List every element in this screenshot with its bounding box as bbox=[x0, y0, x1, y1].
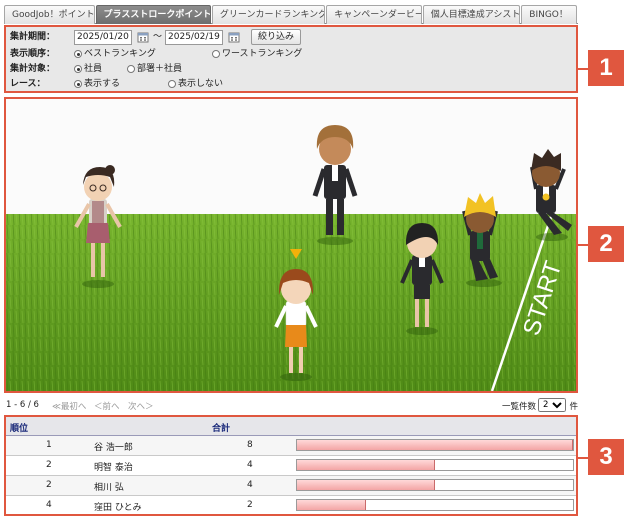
target-employee-label: 社員 bbox=[84, 64, 103, 74]
calendar-from-icon[interactable] bbox=[136, 30, 150, 45]
table-row[interactable]: 2 相川 弘 4 bbox=[6, 476, 576, 496]
rank-cell: 1 bbox=[46, 440, 52, 450]
callout-connector bbox=[578, 244, 588, 246]
race-hide-label: 表示しない bbox=[178, 79, 224, 89]
page-size-select[interactable]: 20 bbox=[538, 398, 566, 412]
target-dept-label: 部署＋社員 bbox=[137, 64, 183, 74]
rank-cell: 2 bbox=[46, 460, 52, 470]
name-cell: 谷 浩一郎 bbox=[94, 443, 133, 453]
name-cell: 相川 弘 bbox=[94, 483, 124, 493]
radio-dot bbox=[74, 50, 82, 58]
tab-goodjob-point[interactable]: GoodJob！ポイント bbox=[4, 5, 95, 24]
pager-first-link[interactable]: ≪最初へ bbox=[52, 400, 86, 412]
table-row[interactable]: 2 明智 泰治 4 bbox=[6, 456, 576, 476]
points-bar bbox=[296, 439, 574, 451]
order-label: 表示順序： bbox=[10, 49, 56, 59]
callout-badge-2: 2 bbox=[588, 226, 624, 262]
points-bar bbox=[296, 479, 574, 491]
pager-next-link[interactable]: 次へ＞ bbox=[128, 400, 154, 412]
callout-connector bbox=[578, 68, 588, 70]
target-employee-radio[interactable]: 社員 bbox=[74, 62, 127, 76]
tab-plus-stroke-point[interactable]: プラスストロークポイント bbox=[95, 5, 211, 24]
points-cell: 4 bbox=[247, 460, 253, 470]
race-stage: START bbox=[4, 97, 578, 393]
date-to-input[interactable] bbox=[165, 29, 224, 45]
tab-green-card-ranking[interactable]: グリーンカードランキング bbox=[211, 5, 326, 24]
race-show-radio[interactable]: 表示する bbox=[74, 77, 168, 91]
callout-connector bbox=[578, 457, 588, 459]
target-dept-radio[interactable]: 部署＋社員 bbox=[127, 62, 182, 76]
name-cell: 明智 泰治 bbox=[94, 463, 133, 473]
table-row[interactable]: 1 谷 浩一郎 8 bbox=[6, 436, 576, 456]
race-label: レース： bbox=[10, 79, 46, 89]
radio-dot bbox=[212, 50, 220, 58]
result-count: 1 - 6 / 6 bbox=[6, 400, 39, 410]
date-separator: ～ bbox=[153, 32, 163, 42]
tab-personal-goal-assist[interactable]: 個人目標達成アシスト bbox=[422, 5, 521, 24]
page-size-label: 一覧件数 bbox=[501, 402, 536, 412]
points-bar-fill bbox=[297, 440, 573, 450]
points-bar bbox=[296, 499, 574, 511]
radio-dot bbox=[74, 65, 82, 73]
table-header: 順位 合計 bbox=[6, 417, 576, 436]
calendar-to-icon[interactable] bbox=[227, 30, 241, 45]
points-cell: 8 bbox=[247, 440, 253, 450]
rank-cell: 4 bbox=[46, 500, 52, 510]
list-pager: 1 - 6 / 6 ≪最初へ ＜前へ 次へ＞ 一覧件数 20 件 bbox=[4, 398, 578, 414]
rank-cell: 2 bbox=[46, 480, 52, 490]
order-worst-radio[interactable]: ワーストランキング bbox=[212, 47, 302, 61]
pager-prev-link[interactable]: ＜前へ bbox=[94, 400, 120, 412]
points-cell: 2 bbox=[247, 500, 253, 510]
period-row: 集計期間： ～ 絞り込み bbox=[10, 29, 302, 45]
target-row: 集計対象： 社員 部署＋社員 bbox=[10, 62, 182, 76]
points-cell: 4 bbox=[247, 480, 253, 490]
page-size-unit: 件 bbox=[569, 402, 578, 412]
points-bar-fill bbox=[297, 480, 435, 490]
tab-bar: GoodJob！ポイント プラスストロークポイント グリーンカードランキング キ… bbox=[4, 5, 578, 24]
callout-badge-1: 1 bbox=[588, 50, 624, 86]
table-row[interactable]: 4 窪田 ひとみ 2 bbox=[6, 496, 576, 514]
ranking-table: 順位 合計 1 谷 浩一郎 8 2 明智 泰治 4 2 相川 弘 4 4 窪田 … bbox=[4, 415, 578, 516]
filter-panel: 集計期間： ～ 絞り込み 表示順序： ベストランキング ワーストランキング 集計… bbox=[4, 25, 578, 93]
race-hide-radio[interactable]: 表示しない bbox=[168, 77, 223, 91]
target-label: 集計対象： bbox=[10, 64, 56, 74]
order-row: 表示順序： ベストランキング ワーストランキング bbox=[10, 47, 302, 61]
tab-campaign-derby[interactable]: キャンペーンダービー bbox=[326, 5, 422, 24]
race-scene: START bbox=[6, 99, 576, 391]
order-best-label: ベストランキング bbox=[84, 49, 156, 59]
radio-dot bbox=[74, 80, 82, 88]
radio-dot bbox=[127, 65, 135, 73]
callout-badge-3: 3 bbox=[588, 439, 624, 475]
name-cell: 窪田 ひとみ bbox=[94, 503, 142, 513]
col-rank-header: 順位 bbox=[10, 424, 29, 434]
radio-dot bbox=[168, 80, 176, 88]
col-total-header: 合計 bbox=[212, 424, 231, 434]
points-bar-fill bbox=[297, 500, 366, 510]
race-show-label: 表示する bbox=[84, 79, 121, 89]
order-worst-label: ワーストランキング bbox=[222, 49, 303, 59]
points-bar-fill bbox=[297, 460, 435, 470]
table-body: 1 谷 浩一郎 8 2 明智 泰治 4 2 相川 弘 4 4 窪田 ひとみ 2 bbox=[6, 436, 576, 514]
race-row: レース： 表示する 表示しない bbox=[10, 77, 223, 91]
date-from-input[interactable] bbox=[74, 29, 132, 45]
period-label: 集計期間： bbox=[10, 32, 56, 42]
points-bar bbox=[296, 459, 574, 471]
tab-bingo[interactable]: BINGO！ bbox=[521, 5, 578, 24]
medal-icon bbox=[542, 193, 550, 201]
apply-filter-button[interactable]: 絞り込み bbox=[251, 29, 302, 45]
order-best-radio[interactable]: ベストランキング bbox=[74, 47, 212, 61]
